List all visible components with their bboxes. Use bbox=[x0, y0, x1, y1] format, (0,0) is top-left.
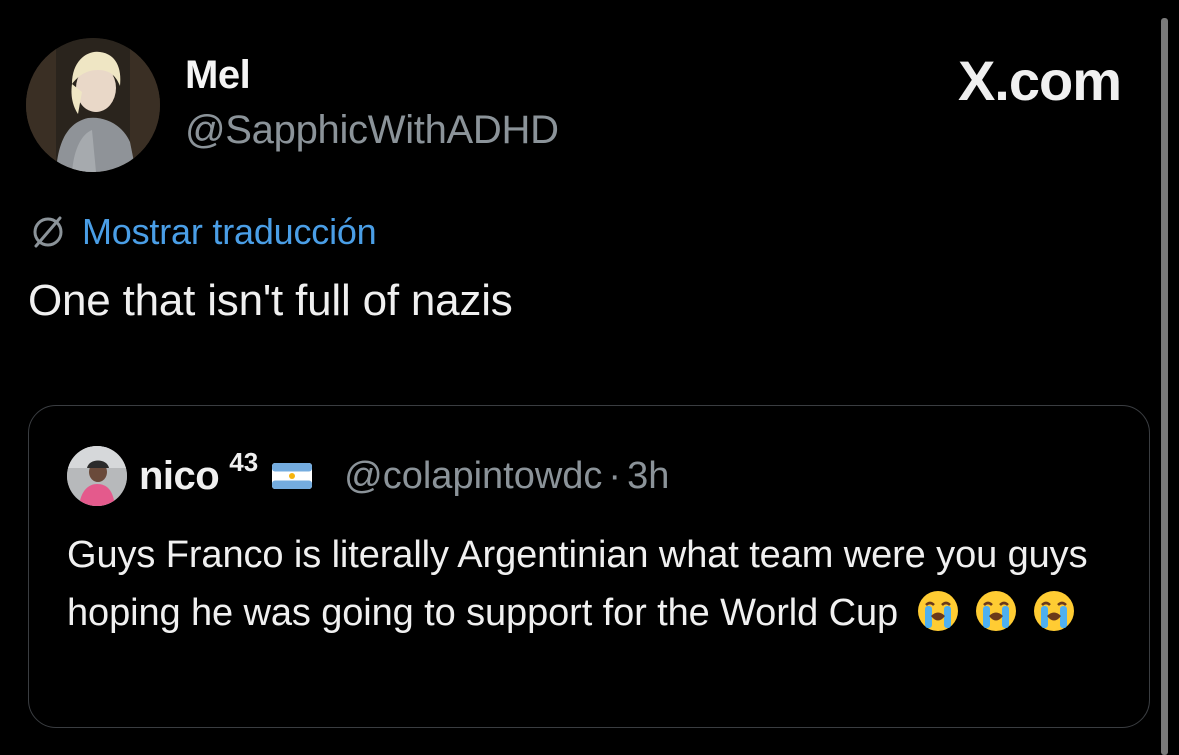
translate-icon bbox=[33, 216, 63, 248]
user-handle[interactable]: @SapphicWithADHD bbox=[185, 108, 559, 153]
show-translation-label[interactable]: Mostrar traducción bbox=[82, 211, 377, 253]
argentina-flag-icon bbox=[272, 463, 313, 489]
loudly-crying-face-icon bbox=[976, 591, 1017, 631]
quoted-tweet-text: Guys Franco is literally Argentinian wha… bbox=[67, 526, 1127, 642]
scrollbar[interactable] bbox=[1161, 18, 1168, 755]
loudly-crying-face-icon bbox=[918, 591, 959, 631]
display-name[interactable]: Mel bbox=[185, 53, 251, 98]
quoted-name-superscript: 43 bbox=[229, 446, 259, 477]
loudly-crying-face-icon bbox=[1034, 591, 1075, 631]
quoted-avatar[interactable] bbox=[67, 446, 127, 506]
avatar[interactable] bbox=[26, 38, 160, 172]
show-translation-link[interactable]: Mostrar traducción bbox=[28, 210, 377, 254]
quoted-header: nico 43 @colapintowdc · 3h bbox=[139, 446, 669, 504]
quoted-handle[interactable]: @colapintowdc bbox=[344, 455, 602, 498]
quoted-timestamp[interactable]: 3h bbox=[627, 455, 669, 498]
quoted-display-name[interactable]: nico bbox=[139, 454, 220, 499]
dot-separator: · bbox=[608, 454, 622, 497]
quoted-tweet-card[interactable]: nico 43 @colapintowdc · 3h Guys Franco i… bbox=[28, 405, 1150, 728]
tweet-screenshot: Mel @SapphicWithADHD X.com Mostrar tradu… bbox=[0, 0, 1179, 755]
x-logo: X.com bbox=[957, 49, 1122, 112]
tweet-text: One that isn't full of nazis bbox=[28, 276, 513, 325]
